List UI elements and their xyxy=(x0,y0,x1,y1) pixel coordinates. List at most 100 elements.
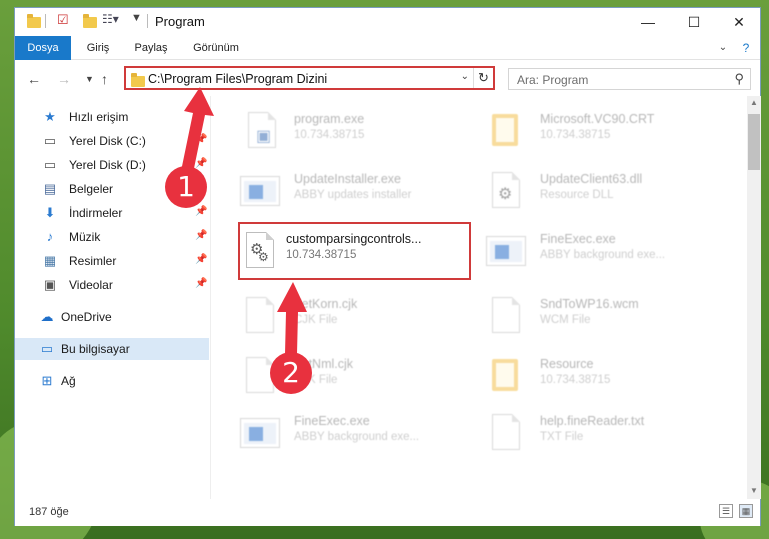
file-detail: Resource DLL xyxy=(540,189,614,201)
search-icon[interactable]: ⚲ xyxy=(734,71,744,87)
divider xyxy=(45,14,46,28)
file-item[interactable]: FineExec.exe ABBY background exe... xyxy=(238,408,478,460)
sidebar-item-this-pc[interactable]: ▭ Bu bilgisayar xyxy=(15,338,209,360)
file-name: help.fineReader.txt xyxy=(540,414,645,428)
file-list: ▣ program.exe 10.734.38715 Microsoft.VC9… xyxy=(212,96,747,499)
file-item[interactable]: UpdateInstaller.exe ABBY updates install… xyxy=(238,166,478,218)
documents-icon: ▤ xyxy=(43,181,57,196)
sidebar-item-pictures[interactable]: ▦ Resimler 📌 xyxy=(15,250,209,272)
sidebar-item-onedrive[interactable]: ☁ OneDrive xyxy=(15,306,209,328)
file-detail: WCM File xyxy=(540,314,591,326)
file-detail: CJK File xyxy=(294,314,338,326)
refresh-icon[interactable]: ↻ xyxy=(473,68,493,88)
recent-locations-icon[interactable]: ▼ xyxy=(85,74,94,84)
scroll-up-icon[interactable]: ▲ xyxy=(747,96,761,110)
file-detail: TXT File xyxy=(540,431,584,443)
app-icon: ▣ xyxy=(238,110,280,152)
dll-icon: ⚙ xyxy=(484,170,526,212)
tab-view[interactable]: Görünüm xyxy=(185,36,247,60)
pin-icon[interactable]: 📌 xyxy=(195,134,207,145)
search-input[interactable]: Ara: Program ⚲ xyxy=(508,68,751,90)
music-icon: ♪ xyxy=(46,229,54,244)
search-placeholder: Ara: Program xyxy=(517,73,589,87)
drive-icon: ▭ xyxy=(43,133,57,148)
pin-icon[interactable]: 📌 xyxy=(195,206,207,217)
sidebar-item-network[interactable]: ⊞ Ağ xyxy=(15,370,209,392)
file-detail: 10.734.38715 xyxy=(540,129,611,141)
file-item[interactable]: FineExec.exe ABBY background exe... xyxy=(484,226,724,278)
step-badge-1: 1 xyxy=(165,166,207,208)
videos-icon: ▣ xyxy=(43,277,57,292)
ribbon-expand-icon[interactable]: ⌄ xyxy=(715,36,731,60)
file-name: FetKorn.cjk xyxy=(294,297,358,311)
network-icon: ⊞ xyxy=(41,373,53,388)
close-button[interactable]: ✕ xyxy=(716,8,762,36)
exe-icon xyxy=(484,230,526,272)
chevron-down-icon[interactable]: ⌄ xyxy=(461,71,469,82)
file-name: FetNml.cjk xyxy=(294,357,354,371)
new-folder-icon[interactable] xyxy=(81,12,99,30)
sidebar-item-label: İndirmeler xyxy=(69,206,123,220)
file-name: UpdateClient63.dll xyxy=(540,172,643,186)
tab-home[interactable]: Giriş xyxy=(77,36,119,60)
vertical-scrollbar[interactable]: ▲ ▼ xyxy=(747,96,761,499)
sidebar-item-quick-access[interactable]: ★ Hızlı erişim xyxy=(15,106,209,128)
pin-icon[interactable]: 📌 xyxy=(195,158,207,169)
drive-icon: ▭ xyxy=(43,157,57,172)
properties-icon[interactable]: ☑ xyxy=(57,12,75,30)
file-detail: ABBY updates installer xyxy=(294,189,412,201)
scroll-down-icon[interactable]: ▼ xyxy=(747,484,761,498)
details-view-icon[interactable]: ☰ xyxy=(719,504,733,518)
sidebar-item-label: Bu bilgisayar xyxy=(61,342,130,356)
file-name: FineExec.exe xyxy=(294,414,370,428)
cloud-icon: ☁ xyxy=(40,309,54,324)
window-title: Program xyxy=(155,14,205,29)
sidebar-item-label: Belgeler xyxy=(69,182,114,196)
sidebar-item-music[interactable]: ♪ Müzik 📌 xyxy=(15,226,209,248)
exe-icon xyxy=(238,412,280,454)
folder-icon xyxy=(484,110,526,152)
scroll-thumb[interactable] xyxy=(748,114,760,170)
sidebar-item-label: Ağ xyxy=(61,374,76,388)
pictures-icon: ▦ xyxy=(43,253,57,268)
sidebar-item-label: OneDrive xyxy=(61,310,112,324)
sidebar-item-videos[interactable]: ▣ Videolar 📌 xyxy=(15,274,209,296)
title-bar: ☑ ☷▾ ▼ Program — ☐ ✕ xyxy=(15,8,760,36)
address-path[interactable]: C:\Program Files\Program Dizini xyxy=(148,72,327,86)
tab-file[interactable]: Dosya xyxy=(15,36,71,60)
file-name: SndToWP16.wcm xyxy=(540,297,639,311)
file-item[interactable]: help.fineReader.txt TXT File xyxy=(484,408,724,460)
large-icons-view-icon[interactable]: ▦ xyxy=(739,504,753,518)
maximize-button[interactable]: ☐ xyxy=(671,8,717,36)
minimize-button[interactable]: — xyxy=(625,8,671,36)
pin-icon[interactable]: 📌 xyxy=(195,254,207,265)
download-icon: ⬇ xyxy=(44,205,56,220)
back-icon[interactable]: ← xyxy=(27,71,41,87)
sidebar-item-label: Resimler xyxy=(69,254,117,268)
file-name: UpdateInstaller.exe xyxy=(294,172,402,186)
status-bar: 187 öğe ☰ ▦ xyxy=(15,499,760,526)
sidebar-item-local-disk-c[interactable]: ▭ Yerel Disk (C:) 📌 xyxy=(15,130,209,152)
file-item[interactable]: ⚙ UpdateClient63.dll Resource DLL xyxy=(484,166,724,218)
file-item[interactable]: ▣ program.exe 10.734.38715 xyxy=(238,106,478,158)
address-bar[interactable]: C:\Program Files\Program Dizini ⌄ ↻ xyxy=(124,66,495,90)
step-badge-2: 2 xyxy=(270,352,312,394)
file-item[interactable]: Microsoft.VC90.CRT 10.734.38715 xyxy=(484,106,724,158)
up-icon[interactable]: ↑ xyxy=(101,71,108,87)
forward-icon[interactable]: → xyxy=(57,71,71,87)
divider xyxy=(147,14,148,28)
view-toggle-icon[interactable]: ☷▾ xyxy=(102,12,120,30)
tab-share[interactable]: Paylaş xyxy=(129,36,173,60)
file-item[interactable]: SndToWP16.wcm WCM File xyxy=(484,291,724,343)
ribbon: Dosya Giriş Paylaş Görünüm ⌄ ? xyxy=(15,36,760,60)
pin-icon[interactable]: 📌 xyxy=(195,278,207,289)
sidebar-item-label: Yerel Disk (D:) xyxy=(69,158,146,172)
file-item[interactable]: Resource 10.734.38715 xyxy=(484,351,724,403)
file-item[interactable]: FetKorn.cjk CJK File xyxy=(238,291,478,343)
file-icon xyxy=(484,412,526,454)
help-icon[interactable]: ? xyxy=(737,36,755,60)
item-count: 187 öğe xyxy=(29,506,69,518)
file-detail: 10.734.38715 xyxy=(294,129,365,141)
file-icon xyxy=(238,295,280,337)
pin-icon[interactable]: 📌 xyxy=(195,230,207,241)
